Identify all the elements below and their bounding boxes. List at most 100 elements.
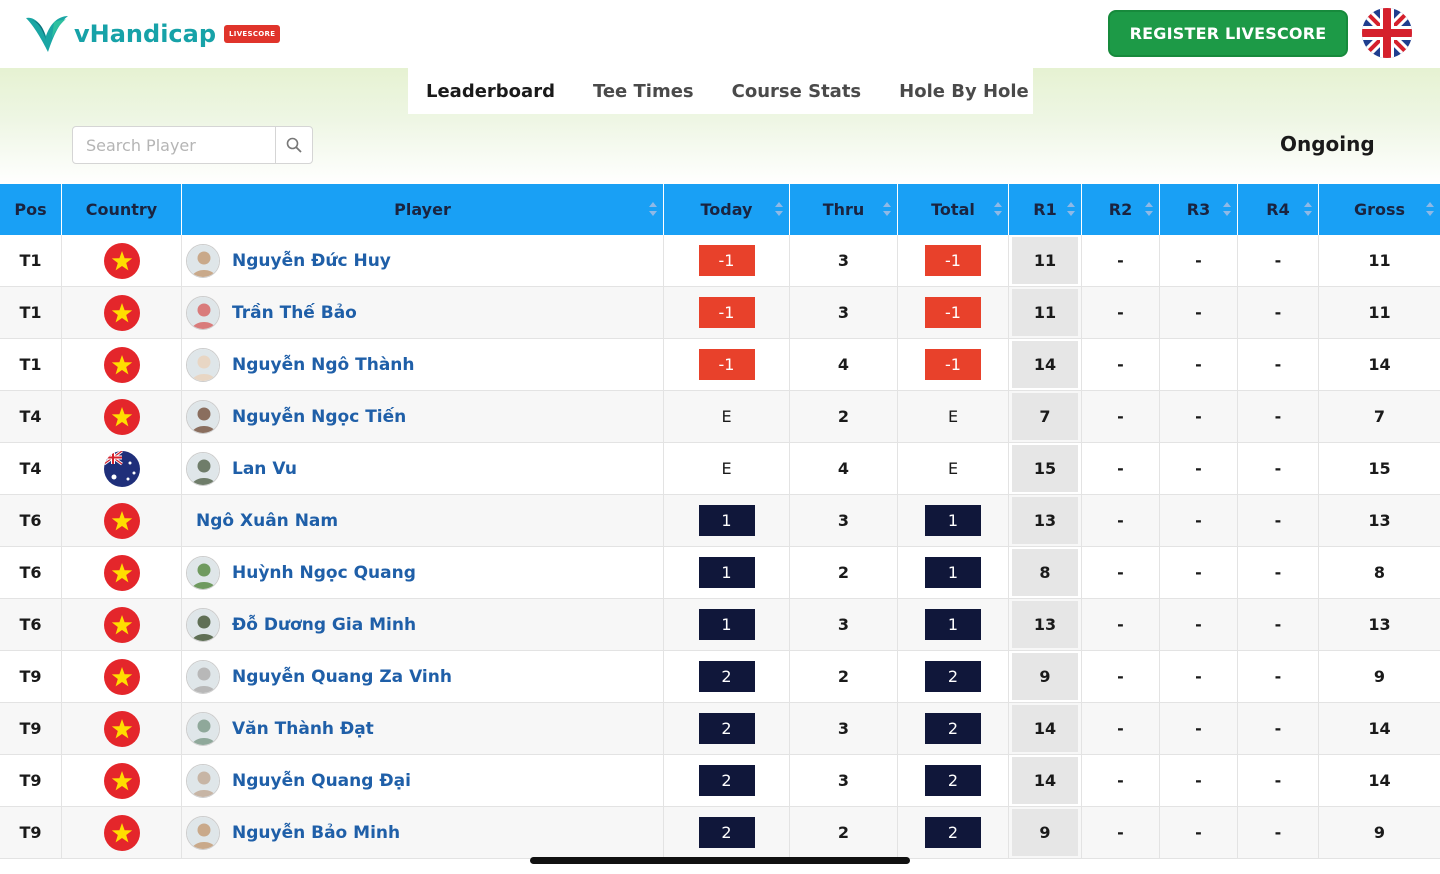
player-avatar[interactable] — [186, 659, 220, 694]
header-pos[interactable]: Pos — [0, 184, 62, 235]
today-score-badge: 1 — [698, 609, 755, 640]
tab-leaderboard[interactable]: Leaderboard — [426, 81, 555, 102]
total-cell: -1 — [898, 287, 1009, 338]
total-cell: E — [898, 391, 1009, 442]
today-cell: 1 — [664, 599, 790, 650]
tab-tee-times[interactable]: Tee Times — [593, 81, 694, 102]
player-avatar[interactable] — [186, 347, 220, 382]
table-row[interactable]: T9 Nguyễn Bảo Minh 2 2 2 9- - -9 — [0, 807, 1440, 859]
uk-flag-icon[interactable] — [1362, 8, 1412, 58]
player-name-link[interactable]: Đỗ Dương Gia Minh — [232, 615, 416, 635]
pos-value: T4 — [19, 407, 42, 426]
player-name-link[interactable]: Nguyễn Ngô Thành — [232, 355, 415, 375]
total-cell: 1 — [898, 547, 1009, 598]
table-row[interactable]: T6 Huỳnh Ngọc Quang 1 2 1 8- - -8 — [0, 547, 1440, 599]
player-cell: Nguyễn Quang Đại — [182, 755, 664, 806]
register-livescore-button[interactable]: REGISTER LIVESCORE — [1108, 10, 1348, 57]
country-cell — [62, 391, 182, 442]
header-today[interactable]: Today — [664, 184, 790, 235]
table-row[interactable]: T6 Ngô Xuân Nam 1 3 1 13- - -13 — [0, 495, 1440, 547]
player-avatar[interactable] — [186, 555, 220, 590]
r4-value: - — [1274, 667, 1282, 686]
table-row[interactable]: T1 Trần Thế Bảo -1 3 -1 11 - - - 11 — [0, 287, 1440, 339]
r2-cell: - — [1082, 287, 1160, 338]
r1-cell: 11 — [1009, 287, 1082, 338]
header-thru[interactable]: Thru — [790, 184, 898, 235]
search-icon — [286, 137, 302, 153]
pos-cell: T9 — [0, 807, 62, 858]
player-avatar[interactable] — [186, 243, 220, 278]
header-total[interactable]: Total — [898, 184, 1009, 235]
player-name-link[interactable]: Nguyễn Ngọc Tiến — [232, 407, 406, 427]
player-avatar[interactable] — [186, 607, 220, 642]
search-player-input[interactable] — [73, 127, 275, 163]
player-name-link[interactable]: Nguyễn Quang Đại — [232, 771, 411, 791]
header-r4[interactable]: R4 — [1238, 184, 1319, 235]
r1-cell: 13 — [1009, 599, 1082, 650]
table-row[interactable]: T9 Văn Thành Đạt 2 3 2 14 - - - 14 — [0, 703, 1440, 755]
player-avatar[interactable] — [186, 815, 220, 850]
r1-cell: 14 — [1009, 339, 1082, 390]
player-name-link[interactable]: Lan Vu — [232, 459, 297, 479]
sort-icon — [1223, 202, 1231, 216]
table-row[interactable]: T1 Nguyễn Đức Huy -1 3 -1 11 - - - 11 — [0, 235, 1440, 287]
header-r1[interactable]: R1 — [1009, 184, 1082, 235]
player-name-link[interactable]: Văn Thành Đạt — [232, 719, 374, 739]
table-row[interactable]: T9 Nguyễn Quang Za Vinh 2 2 2 9- - -9 — [0, 651, 1440, 703]
header-gross[interactable]: Gross — [1319, 184, 1440, 235]
gross-cell: 13 — [1319, 495, 1440, 546]
gross-cell: 11 — [1319, 235, 1440, 286]
today-cell: -1 — [664, 235, 790, 286]
player-avatar[interactable] — [186, 399, 220, 434]
sort-icon — [1304, 202, 1312, 216]
gross-value: 11 — [1368, 251, 1391, 270]
pos-cell: T1 — [0, 287, 62, 338]
r4-value: - — [1274, 771, 1282, 790]
vietnam-flag-icon — [103, 554, 140, 591]
thru-value: 2 — [837, 667, 850, 686]
table-row[interactable]: T1 Nguyễn Ngô Thành -1 4 -1 14- - -14 — [0, 339, 1440, 391]
gross-cell: 14 — [1319, 703, 1440, 754]
player-name-link[interactable]: Nguyễn Bảo Minh — [232, 823, 400, 843]
pos-value: T6 — [19, 511, 42, 530]
livescore-badge: LIVESCORE — [224, 25, 281, 43]
header-player[interactable]: Player — [182, 184, 664, 235]
table-row[interactable]: T4 Nguyễn Ngọc Tiến E 2 E 7 - - - 7 — [0, 391, 1440, 443]
country-cell — [62, 339, 182, 390]
header-r3[interactable]: R3 — [1160, 184, 1238, 235]
player-name-link[interactable]: Trần Thế Bảo — [232, 303, 357, 323]
tab-hole-by-hole[interactable]: Hole By Hole — [899, 81, 1029, 102]
player-name-link[interactable]: Nguyễn Quang Za Vinh — [232, 667, 452, 687]
search-button[interactable] — [275, 127, 312, 163]
player-avatar[interactable] — [186, 711, 220, 746]
today-cell: E — [664, 443, 790, 494]
tab-course-stats[interactable]: Course Stats — [732, 81, 862, 102]
player-cell: Trần Thế Bảo — [182, 287, 664, 338]
header-country[interactable]: Country — [62, 184, 182, 235]
vhandicap-logo-icon — [26, 16, 68, 52]
table-row[interactable]: T4 Lan Vu E 4 E 15 - - - 15 — [0, 443, 1440, 495]
pos-value: T1 — [19, 251, 42, 270]
player-avatar[interactable] — [186, 451, 220, 486]
player-name-link[interactable]: Ngô Xuân Nam — [196, 511, 338, 531]
player-avatar[interactable] — [186, 763, 220, 798]
sort-icon — [994, 202, 1002, 216]
gross-value: 15 — [1368, 459, 1391, 478]
header-r2[interactable]: R2 — [1082, 184, 1160, 235]
player-cell: Lan Vu — [182, 443, 664, 494]
table-row[interactable]: T9 Nguyễn Quang Đại 2 3 2 14 - - - 14 — [0, 755, 1440, 807]
table-row[interactable]: T6 Đỗ Dương Gia Minh 1 3 1 13- - -13 — [0, 599, 1440, 651]
player-name-link[interactable]: Huỳnh Ngọc Quang — [232, 563, 416, 583]
r4-cell: - — [1238, 599, 1319, 650]
r2-value: - — [1117, 771, 1124, 790]
gross-value: 9 — [1373, 667, 1386, 686]
vhandicap-logo[interactable]: vHandicap LIVESCORE — [24, 12, 281, 56]
pos-value: T1 — [19, 355, 42, 374]
player-avatar[interactable] — [186, 295, 220, 330]
vietnam-flag-icon — [103, 502, 140, 539]
total-score-badge: 1 — [925, 557, 981, 588]
r3-cell: - — [1160, 755, 1238, 806]
player-name-link[interactable]: Nguyễn Đức Huy — [232, 251, 391, 271]
pos-value: T9 — [19, 667, 42, 686]
sort-icon — [775, 202, 783, 216]
